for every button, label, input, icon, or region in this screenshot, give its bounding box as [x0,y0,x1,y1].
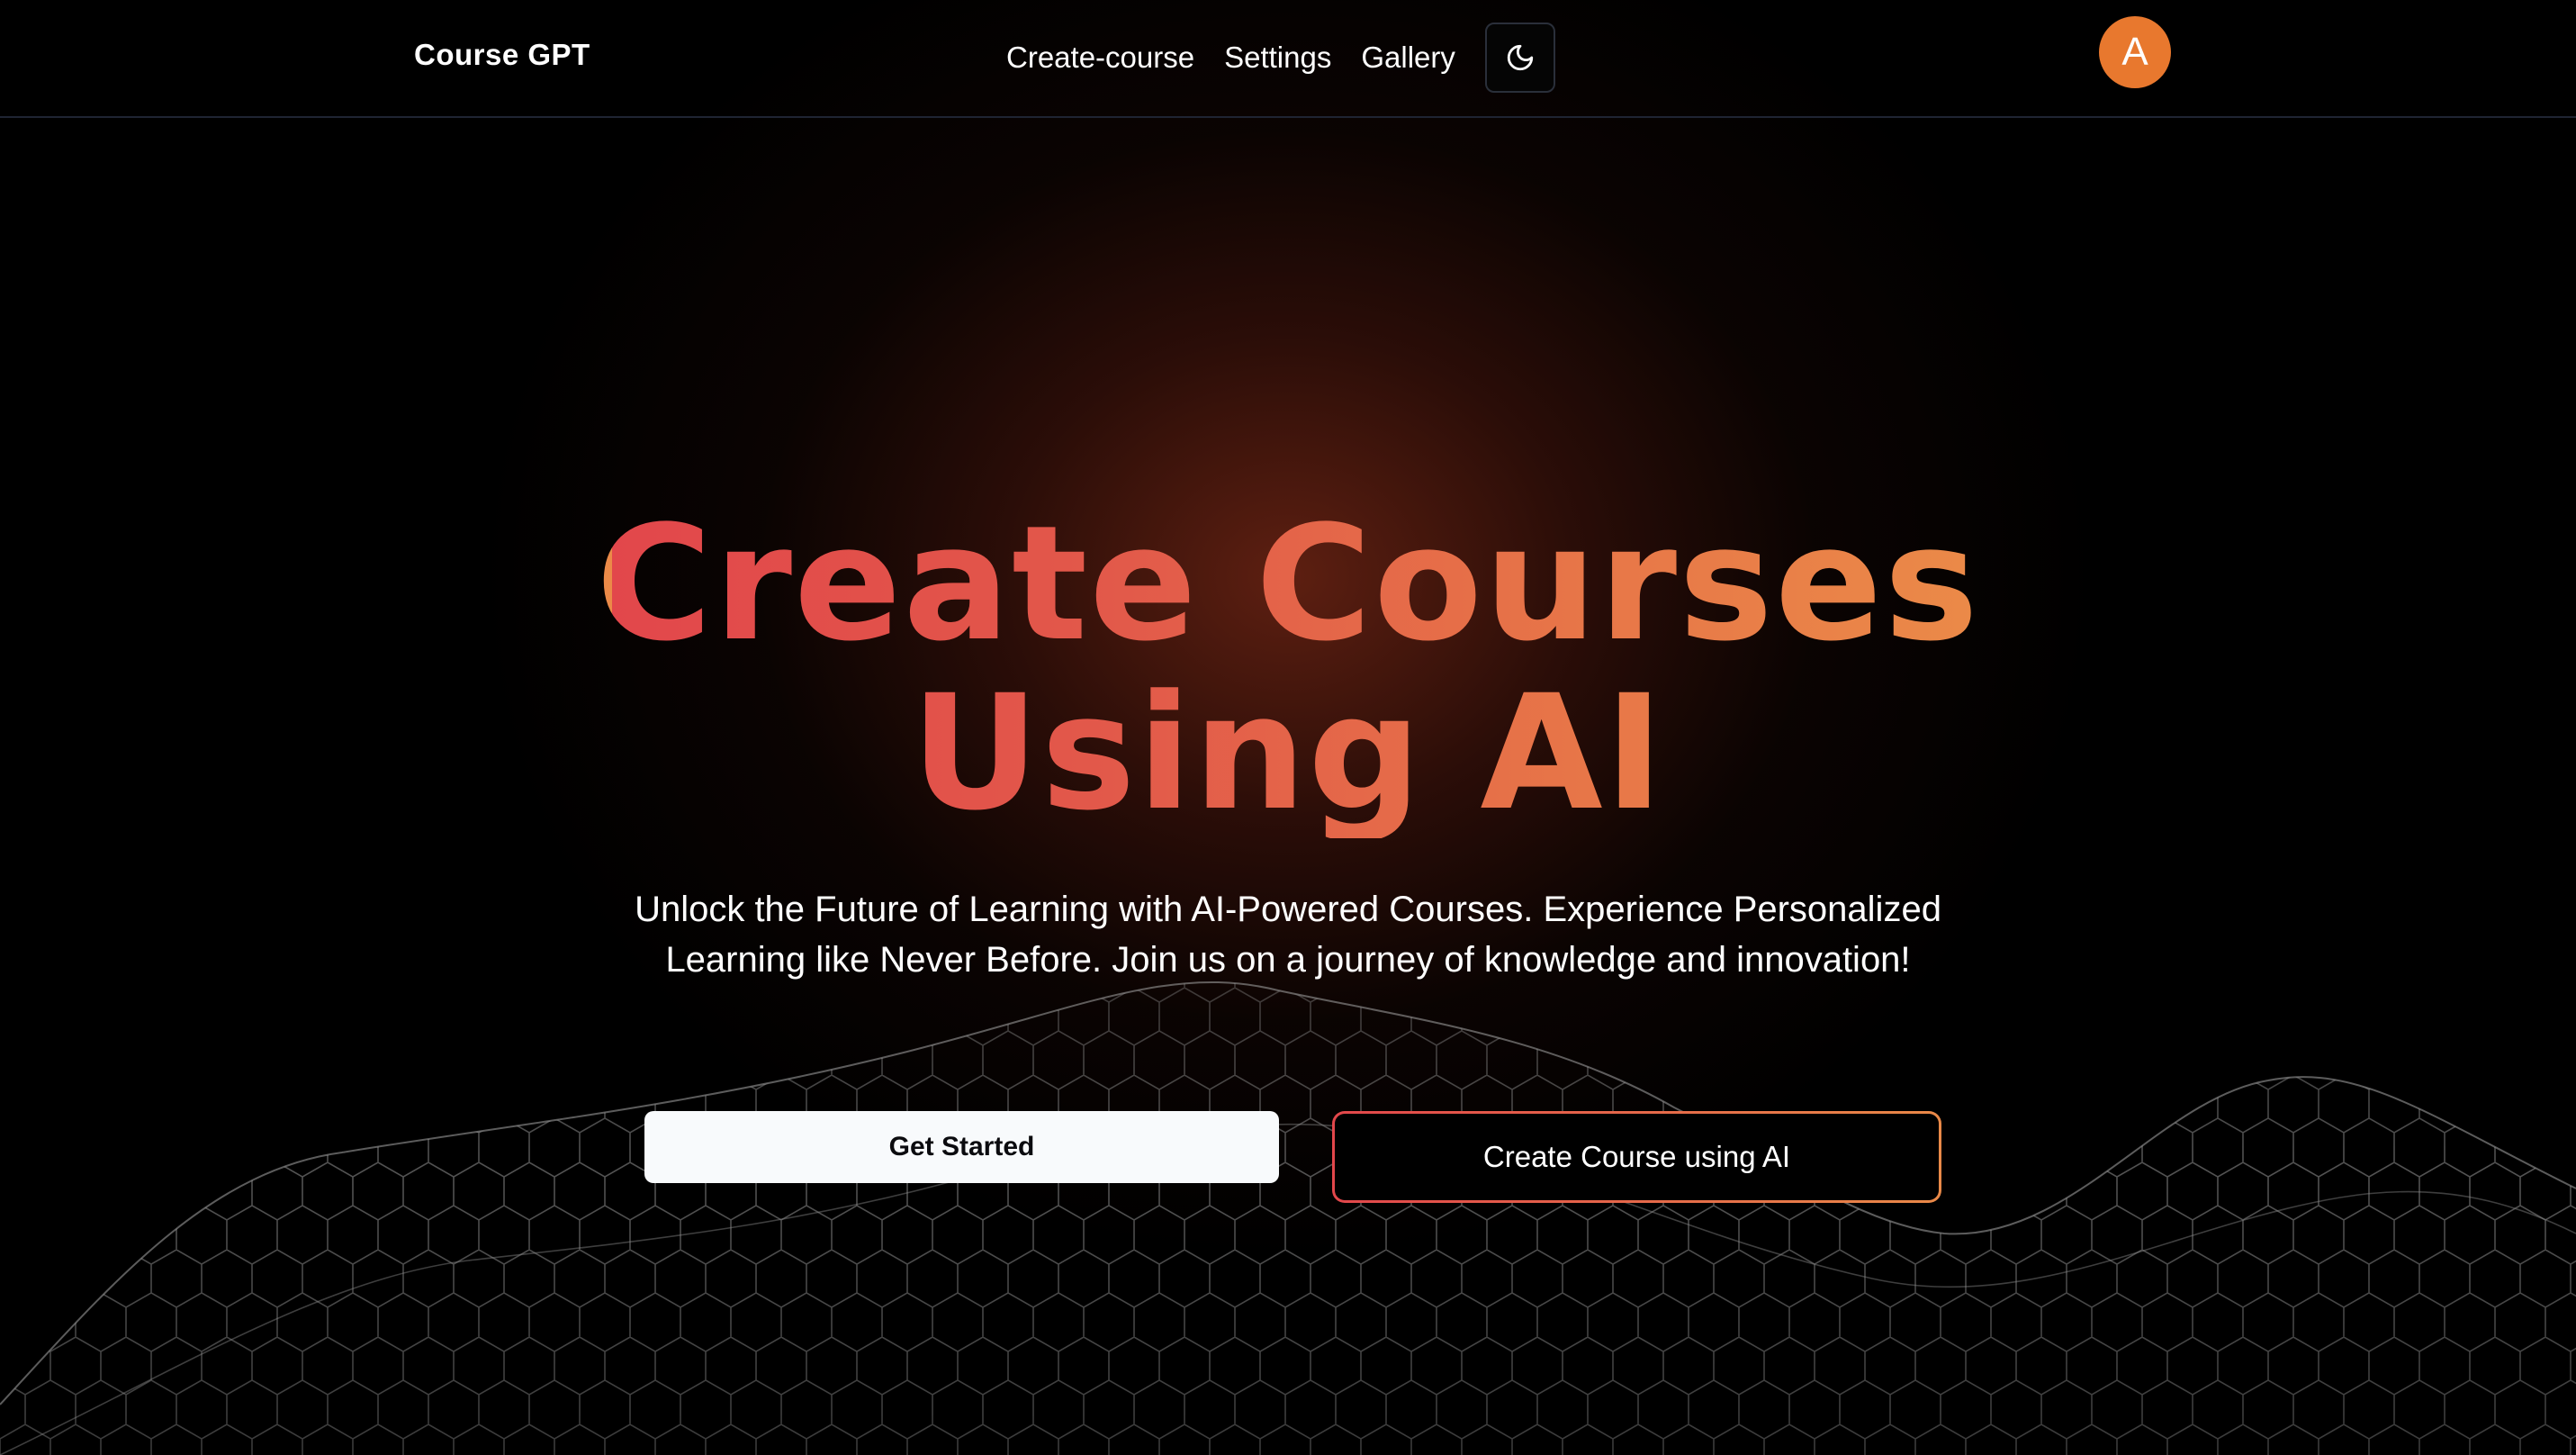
hero-subtitle-line-2: Learning like Never Before. Join us on a… [665,940,1911,980]
hero-subtitle: Unlock the Future of Learning with AI-Po… [568,884,2008,985]
hero-title-line-2: Using AI [910,661,1666,845]
theme-toggle-button[interactable] [1484,23,1555,93]
nav-link-create-course[interactable]: Create-course [1006,41,1194,75]
landing-page: Course GPT Create-course Settings Galler… [0,0,2576,1455]
user-avatar[interactable]: A [2099,16,2171,88]
hero-subtitle-line-1: Unlock the Future of Learning with AI-Po… [635,890,1941,929]
nav-link-settings[interactable]: Settings [1224,41,1331,75]
moon-icon [1507,44,1534,71]
hero-title: Create Courses Using AI [0,500,2576,838]
nav-link-gallery[interactable]: Gallery [1361,41,1455,75]
create-course-ai-button[interactable]: Create Course using AI [1332,1111,1941,1203]
top-navbar: Course GPT Create-course Settings Galler… [0,0,2576,118]
hero-title-line-1: Create Courses [596,492,1980,676]
avatar-initial: A [2121,30,2148,74]
get-started-button[interactable]: Get Started [644,1111,1279,1183]
brand-logo-text[interactable]: Course GPT [414,38,590,72]
nav-links: Create-course Settings Gallery [1006,22,1555,94]
